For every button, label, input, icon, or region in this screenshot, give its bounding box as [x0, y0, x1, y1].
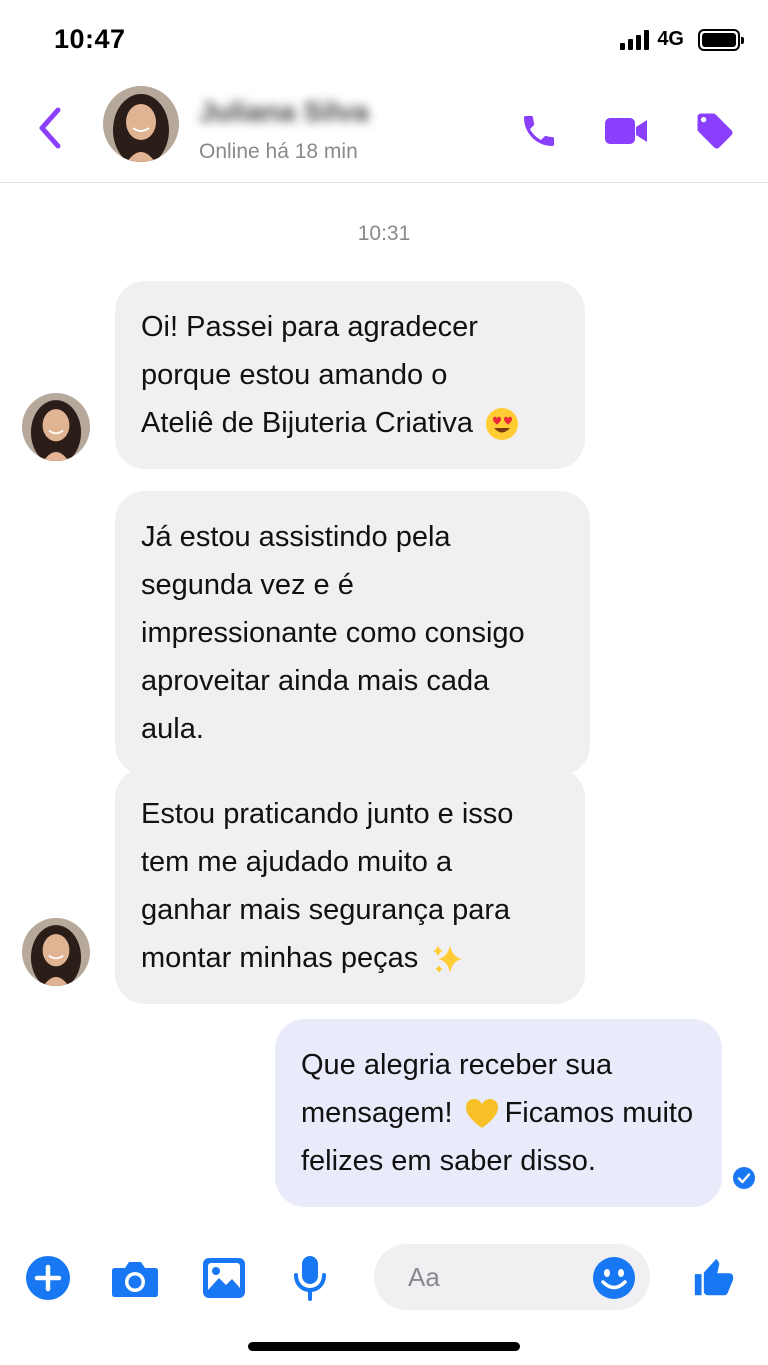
- outgoing-message-bubble[interactable]: Que alegria receber sua mensagem! Ficamo…: [275, 1019, 722, 1207]
- message-line: aula.: [141, 713, 204, 745]
- contact-name[interactable]: Juliana Silva: [199, 96, 369, 128]
- message-line: porque estou amando o: [141, 359, 448, 391]
- heart-eyes-emoji: [486, 408, 519, 441]
- gallery-icon: [203, 1258, 245, 1298]
- status-bar: 10:47 4G: [0, 0, 768, 80]
- video-camera-icon: [605, 118, 647, 144]
- like-button[interactable]: [686, 1250, 742, 1306]
- back-button[interactable]: [30, 104, 70, 152]
- cellular-signal-icon: [620, 29, 650, 50]
- more-actions-button[interactable]: [20, 1250, 76, 1306]
- sparkles-emoji: [433, 945, 463, 974]
- phone-icon: [524, 116, 554, 146]
- sender-avatar: [22, 918, 90, 986]
- message-line: mensagem! Ficamos muito: [301, 1097, 694, 1129]
- message-line: Que alegria receber sua: [301, 1049, 613, 1081]
- plus-circle-icon: [26, 1256, 70, 1300]
- video-call-button[interactable]: [601, 106, 651, 156]
- emoji-icon: [593, 1257, 635, 1299]
- incoming-message-bubble[interactable]: Estou praticando junto e isso tem me aju…: [115, 768, 585, 1004]
- tag-button[interactable]: [690, 106, 740, 156]
- message-line: Estou praticando junto e isso: [141, 798, 514, 830]
- message-line: tem me ajudado muito a: [141, 846, 453, 878]
- message-timestamp: 10:31: [357, 222, 411, 245]
- gallery-button[interactable]: [196, 1250, 252, 1306]
- chevron-left-icon: [39, 107, 61, 149]
- network-type: 4G: [657, 28, 684, 50]
- message-line: Oi! Passei para agradecer: [141, 311, 478, 343]
- tag-icon: [697, 113, 733, 149]
- message-composer: [0, 1232, 768, 1322]
- message-line: impressionante como consigo: [141, 617, 525, 649]
- call-button[interactable]: [514, 106, 564, 156]
- camera-button[interactable]: [107, 1250, 163, 1306]
- voice-message-button[interactable]: [282, 1250, 338, 1306]
- presence-status: Online há 18 min: [199, 140, 358, 163]
- incoming-message-bubble[interactable]: Já estou assistindo pela segunda vez e é…: [115, 491, 590, 775]
- read-check-icon: [733, 1167, 755, 1189]
- emoji-button[interactable]: [586, 1250, 642, 1306]
- message-line: ganhar mais segurança para: [141, 894, 511, 926]
- message-line: Já estou assistindo pela: [141, 521, 451, 553]
- message-line: aproveitar ainda mais cada: [141, 665, 490, 697]
- microphone-icon: [294, 1256, 326, 1301]
- home-indicator: [248, 1342, 520, 1351]
- message-line: segunda vez e é: [141, 569, 354, 601]
- status-time: 10:47: [54, 24, 126, 54]
- yellow-heart-emoji: [465, 1099, 498, 1129]
- incoming-message-bubble[interactable]: Oi! Passei para agradecer porque estou a…: [115, 281, 585, 469]
- contact-avatar[interactable]: [103, 86, 179, 162]
- battery-icon: [698, 28, 744, 51]
- chat-header: Juliana Silva Online há 18 min: [0, 80, 768, 183]
- thumbs-up-icon: [694, 1258, 734, 1296]
- message-line: montar minhas peças: [141, 934, 559, 982]
- status-indicators: 4G: [620, 28, 744, 51]
- sender-avatar: [22, 393, 90, 461]
- message-line: felizes em saber disso.: [301, 1145, 596, 1177]
- message-line: Ateliê de Bijuteria Criativa: [141, 399, 559, 447]
- camera-icon: [112, 1262, 158, 1297]
